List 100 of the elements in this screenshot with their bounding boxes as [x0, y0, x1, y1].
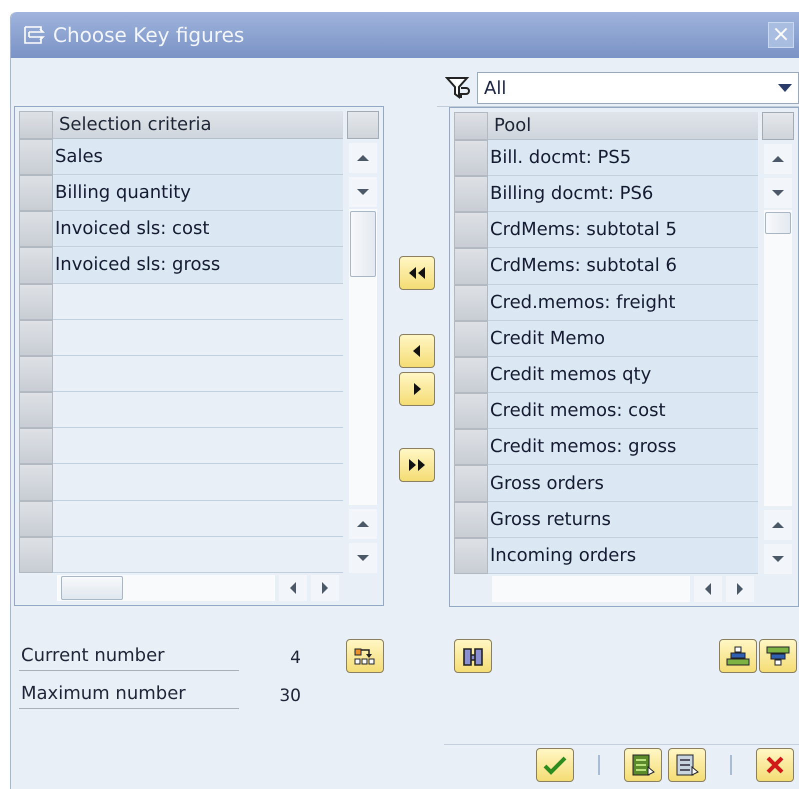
- right-arrow-icon: [320, 581, 330, 595]
- scroll-thumb[interactable]: [350, 210, 376, 277]
- row-selector[interactable]: [454, 429, 488, 466]
- row-selector[interactable]: [454, 176, 488, 212]
- scroll-left-button[interactable]: [694, 576, 722, 602]
- field-label: Current number: [19, 645, 239, 671]
- sort-descending-button[interactable]: [759, 639, 797, 673]
- save-layout-button[interactable]: [624, 748, 662, 782]
- field-label: Maximum number: [19, 683, 239, 709]
- row-selector[interactable]: [454, 112, 488, 140]
- scroll-down-button[interactable]: [349, 543, 377, 573]
- row-selector[interactable]: [19, 500, 53, 537]
- cancel-button[interactable]: [756, 748, 794, 782]
- row-selector[interactable]: [19, 211, 53, 248]
- row-selector[interactable]: [454, 393, 488, 430]
- row-selector[interactable]: [19, 138, 53, 175]
- left-arrow-icon: [410, 343, 422, 359]
- row-selector[interactable]: [19, 174, 53, 212]
- find-button[interactable]: [454, 639, 492, 673]
- column-header[interactable]: Selection criteria: [53, 111, 343, 139]
- up-arrow-icon: [771, 154, 785, 164]
- scroll-left-button[interactable]: [279, 575, 307, 601]
- filter-dropdown[interactable]: All: [477, 72, 799, 104]
- row-selector[interactable]: [454, 502, 488, 538]
- scroll-down-button[interactable]: [349, 176, 377, 207]
- table-cell: Credit Memo: [488, 320, 758, 357]
- table-cell: Credit memos qty: [488, 356, 758, 394]
- list-icon: [675, 753, 699, 777]
- down-arrow-icon: [771, 554, 785, 564]
- dropdown-arrow-icon: [778, 84, 792, 92]
- row-selector[interactable]: [19, 428, 53, 464]
- filter-icon[interactable]: [445, 76, 471, 100]
- row-selector[interactable]: [19, 536, 53, 573]
- table-cell: Credit memos: cost: [488, 393, 758, 430]
- table-cell: Gross returns: [488, 502, 758, 538]
- double-left-arrow-icon: [406, 265, 426, 281]
- sort-button[interactable]: [346, 639, 384, 673]
- scroll-up-button[interactable]: [349, 142, 377, 173]
- row-selector[interactable]: [19, 320, 53, 356]
- table-cell: Invoiced sls: cost: [53, 211, 343, 248]
- scroll-down-button[interactable]: [764, 544, 792, 574]
- move-left-button[interactable]: [398, 334, 434, 368]
- table-cell: Gross orders: [488, 465, 758, 502]
- column-header[interactable]: Pool: [488, 112, 758, 140]
- dropdown-value: All: [484, 78, 506, 98]
- row-selector[interactable]: [454, 320, 488, 357]
- scroll-up-button[interactable]: [764, 144, 792, 174]
- move-right-button[interactable]: [398, 372, 434, 406]
- row-selector[interactable]: [19, 464, 53, 501]
- list-icon: [631, 753, 655, 777]
- row-selector[interactable]: [454, 356, 488, 394]
- row-selector[interactable]: [454, 212, 488, 248]
- down-arrow-icon: [356, 553, 370, 563]
- row-selector[interactable]: [454, 284, 488, 321]
- table-cell: Incoming orders: [488, 538, 758, 574]
- row-selector[interactable]: [19, 392, 53, 428]
- move-all-left-button[interactable]: [398, 256, 434, 290]
- sort-ascending-button[interactable]: [719, 639, 757, 673]
- row-selector[interactable]: [454, 538, 488, 574]
- row-selector[interactable]: [454, 248, 488, 284]
- scroll-up-button[interactable]: [764, 510, 792, 540]
- scroll-down-button[interactable]: [764, 178, 792, 208]
- right-arrow-icon: [735, 582, 745, 596]
- table-cell: Invoiced sls: gross: [53, 247, 343, 284]
- down-arrow-icon: [771, 188, 785, 198]
- down-arrow-icon: [356, 186, 370, 197]
- window-icon: [23, 25, 47, 45]
- up-arrow-icon: [771, 520, 785, 530]
- table-cell: Bill. docmt: PS5: [488, 140, 758, 176]
- table-cell: Credit memos: gross: [488, 429, 758, 466]
- scroll-thumb[interactable]: [765, 212, 791, 234]
- close-icon: [765, 755, 785, 775]
- count-value: 4: [289, 648, 301, 668]
- table-cell: CrdMems: subtotal 6: [488, 248, 758, 284]
- confirm-button[interactable]: [536, 748, 574, 782]
- table-cell: Billing docmt: PS6: [488, 176, 758, 212]
- left-arrow-icon: [703, 582, 713, 596]
- row-selector[interactable]: [454, 140, 488, 176]
- checkmark-icon: [543, 755, 567, 775]
- scroll-thumb[interactable]: [61, 576, 123, 600]
- left-arrow-icon: [288, 581, 298, 595]
- row-selector[interactable]: [454, 465, 488, 502]
- row-selector[interactable]: [19, 284, 53, 320]
- scroll-right-button[interactable]: [726, 576, 754, 602]
- count-value: 30: [278, 686, 301, 706]
- row-selector[interactable]: [19, 247, 53, 284]
- scroll-right-button[interactable]: [311, 575, 339, 601]
- load-layout-button[interactable]: [668, 748, 706, 782]
- scroll-track[interactable]: [57, 575, 275, 601]
- up-arrow-icon: [356, 519, 370, 529]
- pyramid-icon: [726, 645, 750, 667]
- row-selector[interactable]: [19, 356, 53, 392]
- move-all-right-button[interactable]: [398, 448, 434, 482]
- double-right-arrow-icon: [406, 457, 426, 473]
- scroll-up-button[interactable]: [349, 509, 377, 539]
- binoculars-icon: [462, 645, 484, 667]
- table-cell: Billing quantity: [53, 174, 343, 212]
- row-selector[interactable]: [19, 111, 53, 139]
- table-cell: CrdMems: subtotal 5: [488, 212, 758, 248]
- up-arrow-icon: [356, 152, 370, 163]
